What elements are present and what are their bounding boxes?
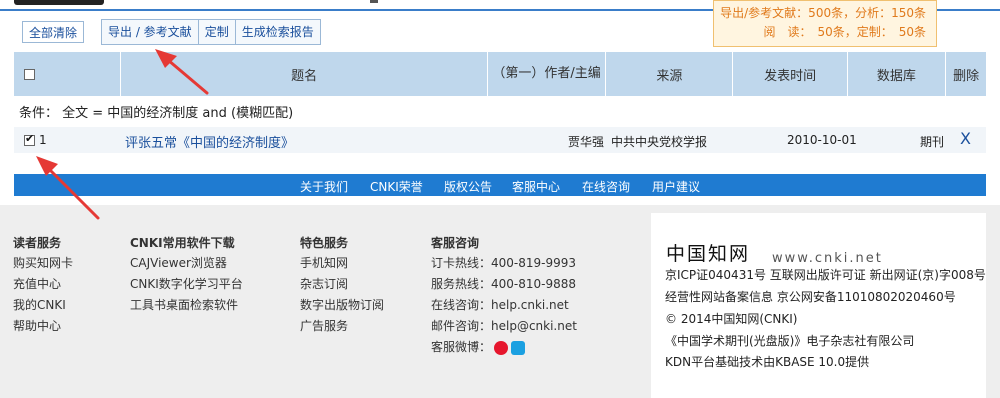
cnki-chinese-logo: 中国知网: [666, 243, 751, 265]
special-title: 特色服务: [300, 236, 349, 250]
service-hotline: 服务热线：400-810-9888: [431, 277, 577, 291]
row-date: 2010-10-01: [787, 133, 857, 147]
software-title: CNKI常用软件下载: [130, 236, 235, 250]
row-source[interactable]: 中共中央党校学报: [611, 133, 707, 150]
row-index: 1: [39, 133, 47, 147]
footer-special-column: 特色服务 手机知网 杂志订阅 数字出版物订阅 广告服务: [300, 234, 384, 340]
header-fragment: [370, 0, 378, 3]
link-digital-pub[interactable]: 数字出版物订阅: [300, 298, 384, 319]
action-button-group: 导出 / 参考文献 定制 生成检索报告: [101, 19, 321, 45]
footer-software-column: CNKI常用软件下载 CAJViewer浏览器 CNKI数字化学习平台 工具书桌…: [130, 234, 243, 319]
row-title-link[interactable]: 评张五常《中国的经济制度》: [125, 132, 294, 151]
nav-honor[interactable]: CNKI荣誉: [370, 178, 423, 195]
nav-suggestion[interactable]: 用户建议: [652, 178, 700, 195]
footer-nav-bar: 关于我们 CNKI荣誉 版权公告 客服中心 在线咨询 用户建议: [14, 174, 986, 196]
copyright: © 2014中国知网(CNKI): [665, 312, 798, 326]
cnki-url: www.cnki.net: [772, 251, 883, 266]
sina-weibo-icon[interactable]: [494, 340, 509, 355]
header-date[interactable]: 发表时间: [732, 52, 848, 96]
link-learning-platform[interactable]: CNKI数字化学习平台: [130, 277, 243, 298]
nav-service[interactable]: 客服中心: [512, 178, 560, 195]
condition-text: 条件： 全文 = 中国的经济制度 and (模糊匹配): [19, 106, 294, 121]
icp-license: 京ICP证040431号 互联网出版许可证 新出网证(京)字008号: [665, 268, 986, 282]
online-support[interactable]: 在线咨询：help.cnki.net: [431, 298, 577, 319]
weibo-label: 客服微博：: [431, 340, 492, 354]
support-title: 客服咨询: [431, 236, 480, 250]
link-buy-card[interactable]: 购买知网卡: [13, 256, 73, 277]
clear-all-button[interactable]: 全部清除: [22, 21, 84, 43]
header-delete: 删除: [945, 52, 986, 96]
header-database[interactable]: 数据库: [847, 52, 947, 96]
row-checkbox[interactable]: [24, 132, 35, 146]
export-reference-button[interactable]: 导出 / 参考文献: [102, 20, 199, 44]
link-ads[interactable]: 广告服务: [300, 319, 384, 340]
email-support[interactable]: 邮件咨询：help@cnki.net: [431, 319, 577, 340]
header-select-all[interactable]: [14, 52, 122, 96]
delete-icon[interactable]: X: [960, 129, 971, 148]
footer-support-column: 客服咨询 订卡热线：400-819-9993 服务热线：400-810-9888…: [431, 234, 577, 361]
publisher: 《中国学术期刊(光盘版)》电子杂志社有限公司: [665, 334, 915, 348]
tencent-weibo-icon[interactable]: [511, 340, 526, 355]
footer-reader-column: 读者服务 购买知网卡 充值中心 我的CNKI 帮助中心: [13, 234, 73, 340]
link-cajviewer[interactable]: CAJViewer浏览器: [130, 256, 243, 277]
customize-button[interactable]: 定制: [199, 20, 236, 44]
link-my-cnki[interactable]: 我的CNKI: [13, 298, 73, 319]
card-hotline: 订卡热线：400-819-9993: [431, 256, 577, 270]
table-header-row: 题名 （第一）作者/主编 来源 发表时间 数据库 删除: [14, 52, 986, 96]
reader-title: 读者服务: [13, 236, 62, 250]
link-reference-software[interactable]: 工具书桌面检索软件: [130, 298, 243, 319]
weibo-row: 客服微博：: [431, 340, 577, 361]
table-row: 1 评张五常《中国的经济制度》 贾华强 中共中央党校学报 2010-10-01 …: [14, 127, 986, 153]
result-table: 题名 （第一）作者/主编 来源 发表时间 数据库 删除: [14, 52, 986, 96]
header-title[interactable]: 题名: [120, 52, 488, 96]
generate-report-button[interactable]: 生成检索报告: [236, 20, 320, 44]
cnki-logo-cropped: [14, 0, 104, 5]
link-recharge[interactable]: 充值中心: [13, 277, 73, 298]
nav-about[interactable]: 关于我们: [300, 178, 348, 195]
row-database: 期刊: [920, 135, 945, 149]
header-author[interactable]: （第一）作者/主编: [487, 52, 607, 96]
kdn-platform: KDN平台基础技术由KBASE 10.0提供: [665, 355, 870, 369]
quota-line-read: 阅 读： 50条，定制： 50条: [763, 25, 926, 39]
row-author[interactable]: 贾华强: [568, 133, 604, 150]
nav-copyright[interactable]: 版权公告: [444, 178, 492, 195]
link-magazine[interactable]: 杂志订阅: [300, 277, 384, 298]
quota-line-export: 导出/参考文献：500条，分析：150条: [720, 6, 926, 20]
quota-notice: 导出/参考文献：500条，分析：150条 阅 读： 50条，定制： 50条: [713, 0, 937, 47]
nav-online[interactable]: 在线咨询: [582, 178, 630, 195]
link-mobile[interactable]: 手机知网: [300, 256, 384, 277]
link-help[interactable]: 帮助中心: [13, 319, 73, 340]
search-condition: 条件： 全文 = 中国的经济制度 and (模糊匹配): [14, 97, 986, 123]
record-info: 经营性网站备案信息 京公网安备11010802020460号: [665, 290, 956, 304]
header-source[interactable]: 来源: [605, 52, 734, 96]
select-all-checkbox[interactable]: [24, 68, 35, 80]
